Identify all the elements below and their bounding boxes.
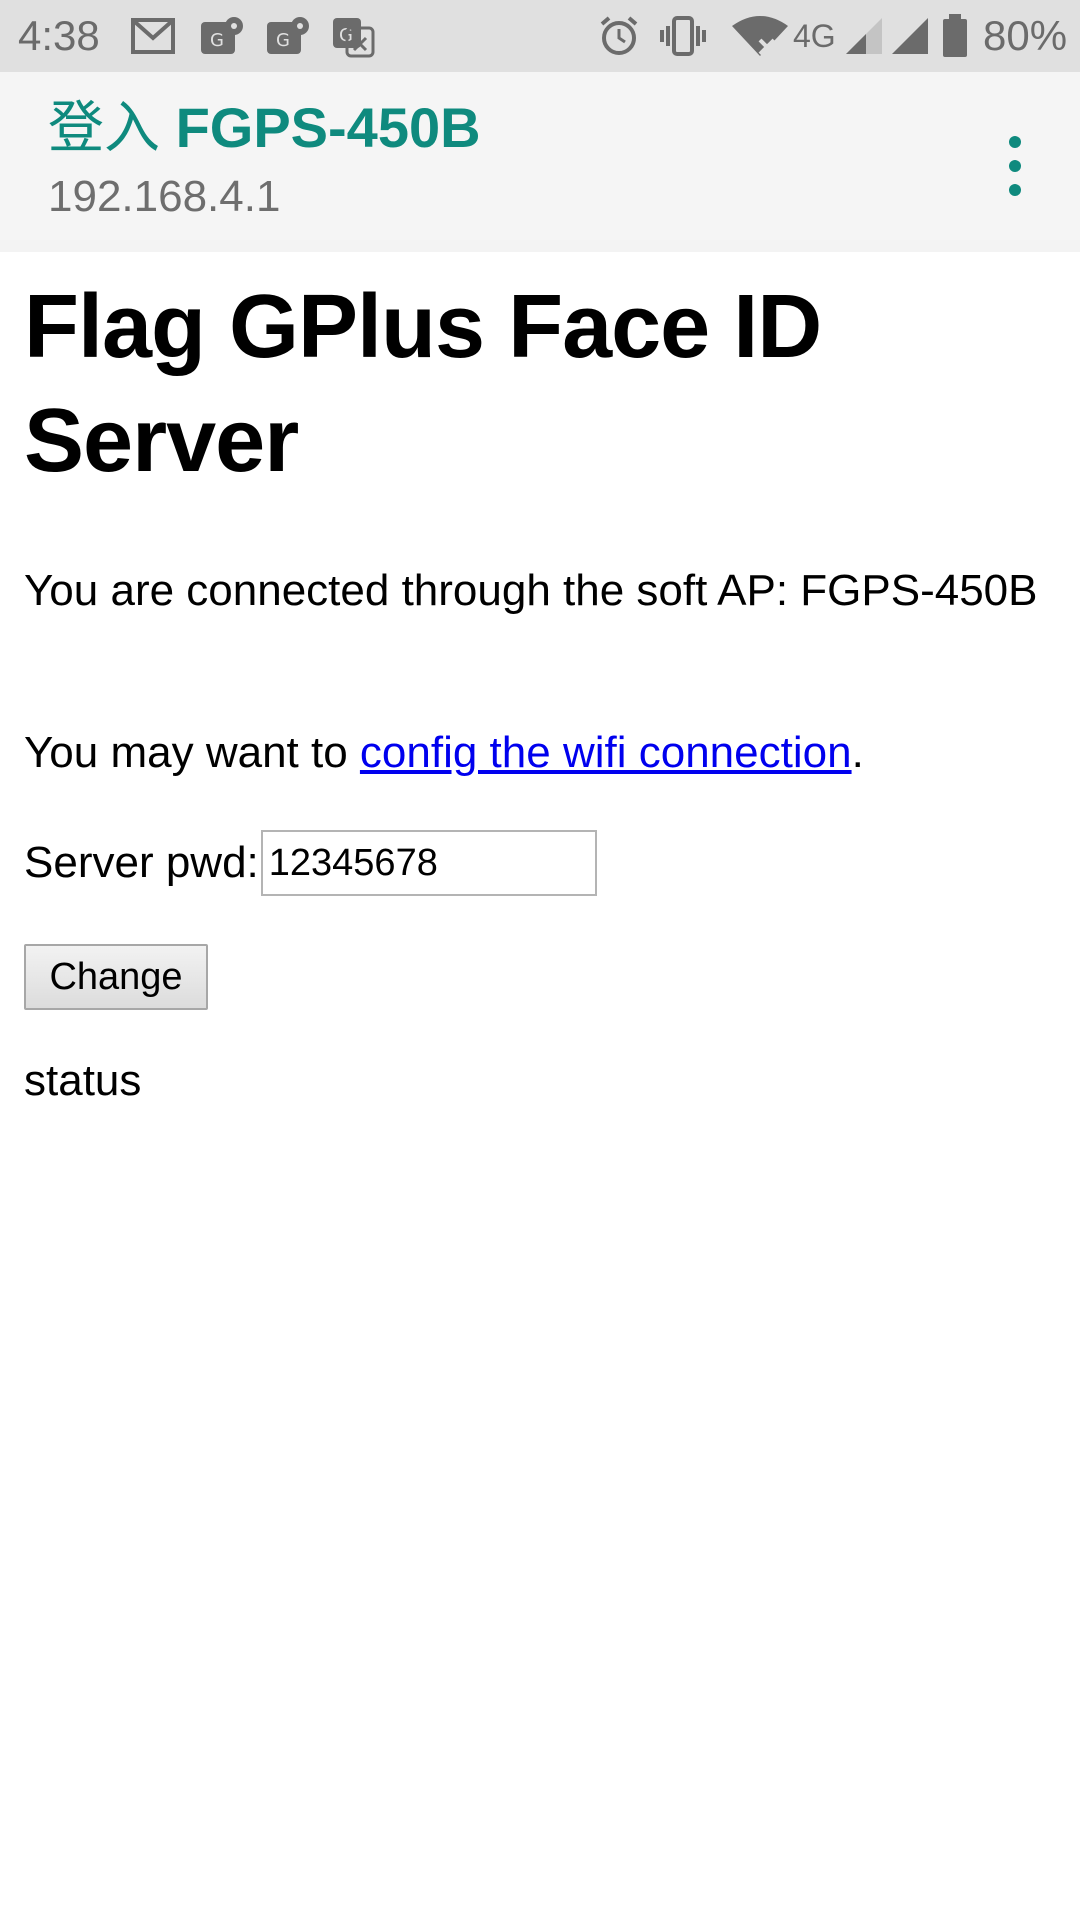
status-bar: 4:38 G G G 4G 80%: [0, 0, 1080, 72]
connection-info: You are connected through the soft AP: F…: [24, 566, 1038, 615]
page-heading: Flag GPlus Face ID Server: [24, 277, 822, 491]
svg-text:G: G: [276, 30, 290, 51]
status-time: 4:38: [18, 12, 100, 59]
page-title: 登入 FGPS-450B: [48, 94, 481, 162]
server-pwd-label: Server pwd:: [24, 838, 259, 887]
server-pwd-input[interactable]: [260, 830, 597, 896]
alarm-icon: [596, 14, 642, 58]
page-url: 192.168.4.1: [48, 172, 281, 221]
maps-icon: G: [264, 14, 310, 58]
web-content: Flag GPlus Face ID Server You are connec…: [24, 270, 1064, 1105]
divider: [0, 240, 1080, 252]
battery-icon: [938, 14, 972, 58]
svg-text:G: G: [210, 30, 224, 51]
title-prefix: 登入: [48, 96, 160, 159]
app-bar: 登入 FGPS-450B 192.168.4.1: [0, 72, 1080, 240]
title-device: FGPS-450B: [175, 96, 481, 159]
battery-percent: 80%: [983, 12, 1068, 59]
translate-icon: G: [330, 14, 376, 58]
wifi-icon: [730, 14, 790, 58]
wifi-config-paragraph: You may want to config the wifi connecti…: [24, 724, 864, 782]
change-button[interactable]: Change: [24, 944, 208, 1010]
signal-icon: [888, 14, 934, 58]
status-text: status: [24, 1056, 142, 1105]
signal-icon: [842, 14, 888, 58]
config-wifi-link[interactable]: config the wifi connection: [360, 728, 852, 777]
gmail-icon: [130, 14, 176, 58]
more-options-icon[interactable]: [990, 124, 1038, 208]
maps-icon: G: [198, 14, 244, 58]
password-row: Server pwd:: [24, 830, 597, 896]
vibrate-icon: [660, 14, 706, 58]
network-type: 4G: [793, 18, 836, 54]
wifi-suffix-text: .: [851, 728, 864, 777]
wifi-prefix-text: You may want to: [24, 728, 360, 777]
